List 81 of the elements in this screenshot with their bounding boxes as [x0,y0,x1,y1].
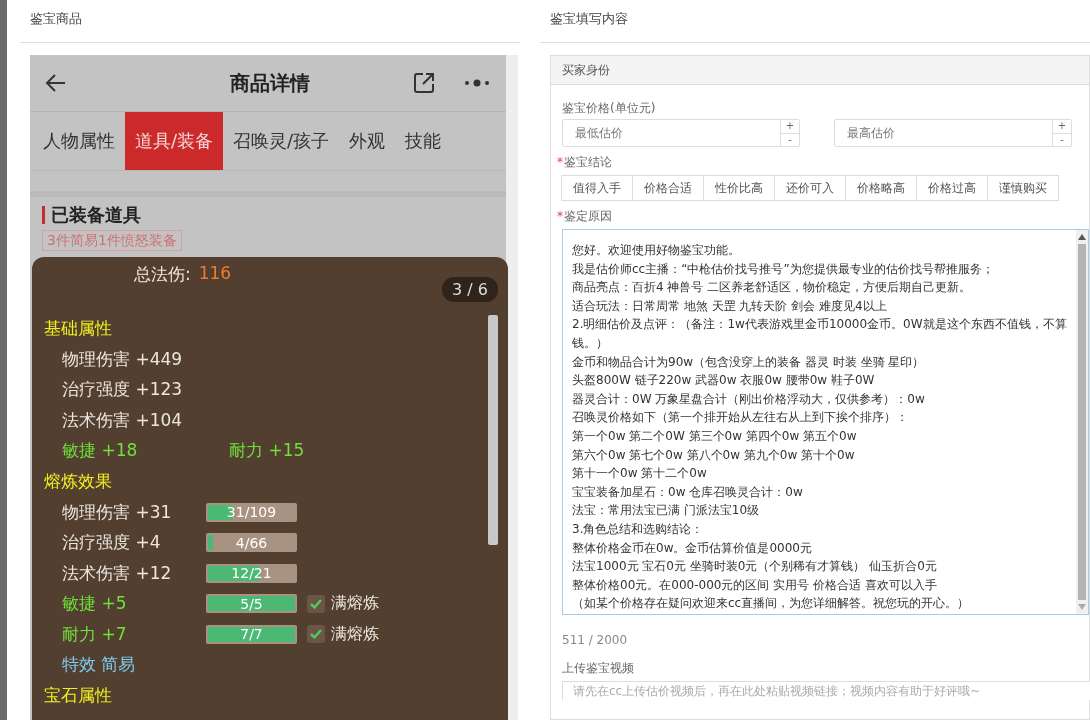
text-line: 整体价格00元。在000-000元的区间 实用号 价格合适 喜欢可以入手 [572,576,938,594]
stat-text: 耐力 +7 [62,622,128,646]
text-line: 商品亮点：百折4 神兽号 二区养老舒适区，物价稳定，方便后期自己更新。 [572,279,973,297]
scroll-up-icon[interactable] [1078,234,1086,240]
field-label: 鉴定原因 [564,209,612,223]
panel-title: 鉴宝商品 [20,0,520,43]
set-tag: 3件简易1件愤怒装备 [42,230,182,251]
stat-text: 法术伤害 +12 [62,561,173,585]
text-line: 第一个0w 第二个0W 第三个0w 第四个0w 第五个0w [572,427,858,445]
checkbox[interactable] [307,594,325,613]
tab[interactable]: 召唤灵/孩子 [223,112,340,170]
text-line: （如某个价格存在疑问欢迎来cc直播间，为您详细解答。祝您玩的开心。） [572,595,971,613]
text-line: 我是估价师cc主播：“中枪估价找号推号”为您提供最专业的估价找号帮推服务； [572,260,995,278]
stat-text: 法术伤害 +104 [62,408,184,432]
text-line: 第六个0w 第七个0w 第八个0w 第九个0w 第十个0w [572,446,856,464]
tab[interactable]: 道具/装备 [125,112,224,170]
text-line: 法宝：常用法宝已满 门派法宝10级 [572,502,761,520]
checkbox-label: 满熔炼 [331,623,379,645]
section-heading: 宝石属性 [44,684,113,707]
text-line: 2.明细估价及点评：（备注：1w代表游戏里金币10000金币。0W就是这个东西不值钱，不算钱。） [572,316,1068,352]
progress-reading: 5/5 [240,595,263,612]
tab[interactable]: 技能 [395,112,452,170]
stat-text: 敏捷 +5 [62,592,128,616]
progress-reading: 7/7 [240,626,263,643]
video-link-field[interactable]: 请先在cc上传估价视频后，再在此处粘贴视频链接；视频内容有助于好评哦~ [562,681,1090,700]
text-line: 金币和物品合计为90w（包含没穿上的装备 器灵 时装 坐骑 星印） [572,353,926,371]
required-mark: * [557,155,563,169]
text-line: 第十一个0w 第十二个0w [572,465,708,483]
tab[interactable]: 人物属性 [33,112,125,170]
scrollbar-thumb[interactable] [1078,244,1086,600]
option-button[interactable]: 值得入手 [561,175,633,201]
tab[interactable]: 外观 [339,112,396,170]
card-title: 买家身份 [551,56,1089,85]
checkbox-label: 满熔炼 [331,593,379,615]
decrement-button[interactable]: - [781,132,799,146]
option-button[interactable]: 谨慎购买 [987,175,1059,201]
stat-text: 特效 简易 [62,653,137,677]
text-line: 您好。欢迎使用好物鉴宝功能。 [572,242,741,259]
text-line: 头盔800W 链子220w 武器0w 衣服0w 腰带0w 鞋子0W [572,372,876,390]
progress-reading: 4/66 [235,534,268,551]
text-line: 法宝1000元 宝石0元 坐骑时装0元（个别稀有才算钱） 仙玉折合0元 [572,558,938,576]
stat-text: 敏捷 +18 [62,439,139,463]
char-counter: 511 / 2000 [562,633,629,649]
checkbox[interactable] [307,625,325,644]
stat-text: 物理伤害 +449 [62,347,184,371]
field-label: 鉴宝价格(单位元) [562,100,657,117]
panel-title: 鉴宝填写内容 [540,0,1090,43]
option-button[interactable]: 还价可入 [774,175,846,201]
section-heading: 基础属性 [44,317,113,340]
more-icon[interactable] [464,78,490,88]
stat-text: 治疗强度 +4 [62,531,162,555]
text-line: 宝宝装备加星石：0w 仓库召唤灵合计：0w [572,483,804,501]
decrement-button[interactable]: - [1053,132,1071,146]
text-line: 器灵合计：0W 万象星盘合计（刚出价格浮动大，仅供参考）：0w [572,390,926,408]
option-button[interactable]: 性价比高 [703,175,775,201]
field-label: 鉴宝结论 [564,155,612,169]
share-icon[interactable] [412,71,436,95]
number-field[interactable]: 最低估价 + - [562,119,800,147]
option-button[interactable]: 价格过高 [916,175,988,201]
text-area[interactable] [562,229,1089,615]
total-label: 总法伤: [134,263,191,286]
text-line: 适合玩法：日常周常 地煞 天罡 九转天阶 剑会 难度见4以上 [572,297,888,315]
total-value: 116 [198,263,232,285]
field-label: 上传鉴宝视频 [562,660,635,677]
option-button[interactable]: 价格略高 [845,175,917,201]
required-mark: * [557,209,563,223]
stat-text: 耐力 +15 [229,439,306,463]
increment-button[interactable]: + [1053,120,1071,133]
number-field[interactable]: 最高估价 + - [834,119,1072,147]
progress-reading: 12/21 [231,565,272,582]
text-line: 3.角色总结和选购结论： [572,520,705,538]
section-heading: 熔炼效果 [44,470,113,493]
option-button[interactable]: 价格合适 [632,175,704,201]
stat-text: 物理伤害 +31 [62,500,173,524]
page-title: 商品详情 [229,69,311,97]
text-line: 整体价格金币在0w。金币估算价值是0000元 [572,539,813,557]
increment-button[interactable]: + [781,120,799,133]
text-line: 召唤灵价格如下（第一个排开始从左往右从上到下挨个排序）： [572,409,909,427]
section-title: 已装备道具 [51,203,141,227]
page-counter: 3 / 6 [442,277,498,302]
stat-text: 治疗强度 +123 [62,378,184,402]
